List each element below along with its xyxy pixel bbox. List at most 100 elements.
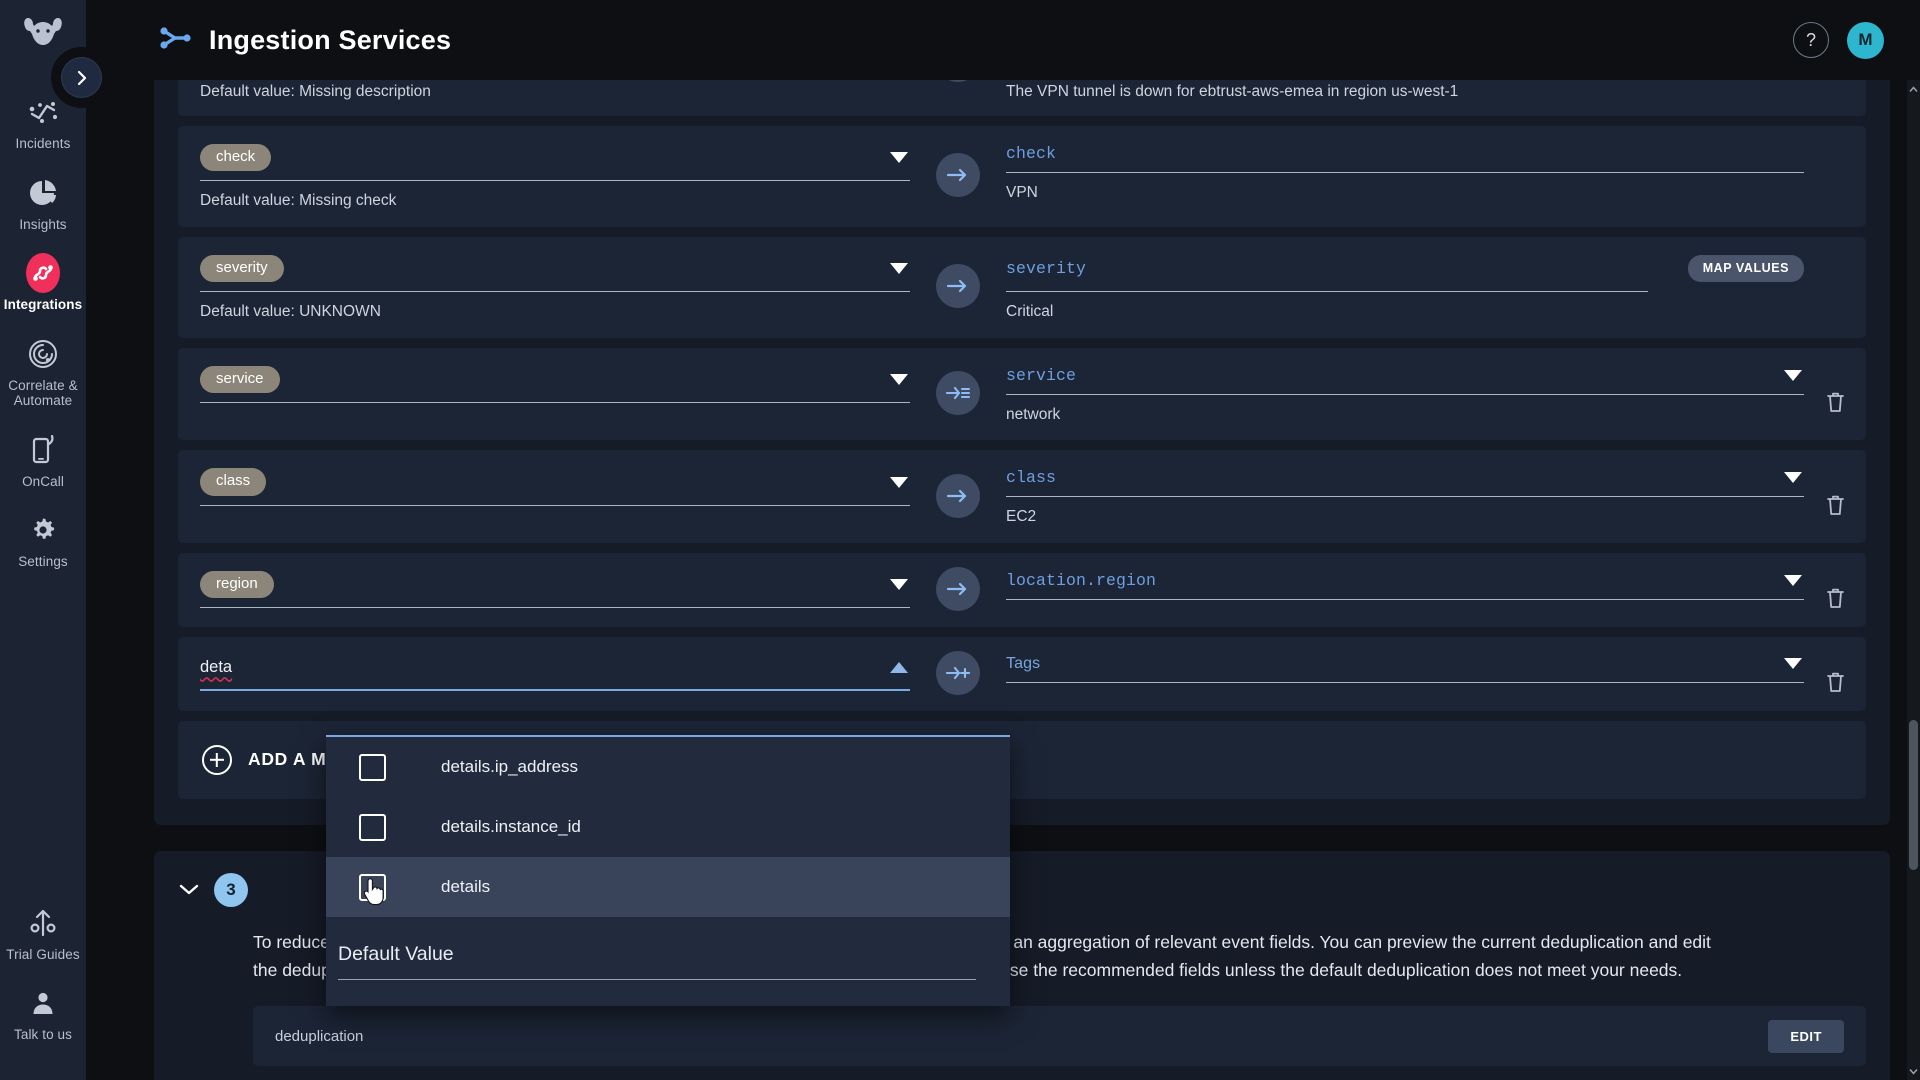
checkbox[interactable] [359, 873, 386, 905]
source-field-chip[interactable]: region [200, 570, 274, 599]
chevron-right-icon [77, 70, 86, 85]
field-underline [200, 504, 910, 506]
dropdown-option[interactable]: details.ip_address [326, 737, 1010, 797]
sidebar-item-settings[interactable]: Settings [0, 500, 86, 581]
source-field-chip[interactable]: class [200, 468, 267, 496]
caret-down-icon[interactable] [890, 579, 908, 591]
caret-down-icon[interactable] [1784, 472, 1802, 484]
top-header: Ingestion Services ? M [86, 0, 1920, 80]
target-field-name: severity [1006, 258, 1087, 278]
delete-mapping-button[interactable] [1822, 476, 1848, 516]
dropdown-footer-space [326, 980, 1010, 1006]
default-value-label: Default Value [338, 943, 454, 965]
arrow-right-icon [936, 473, 980, 518]
arrow-right-icon [936, 264, 980, 309]
target-field-name: location.region [1006, 570, 1157, 590]
dropdown-option[interactable]: details.instance_id [326, 797, 1010, 857]
vertical-scrollbar[interactable] [1907, 80, 1920, 1080]
content-scroll-area: Default value: Missing description The V… [86, 80, 1920, 1080]
deduplication-edit-button[interactable]: EDIT [1768, 1019, 1844, 1053]
table-row: region location.region [178, 552, 1866, 627]
sidebar-item-insights[interactable]: Insights [0, 163, 86, 244]
gear-icon [26, 513, 60, 547]
caret-down-icon[interactable] [890, 262, 908, 274]
sidebar-item-correlate-automate[interactable]: Correlate & Automate [0, 324, 86, 420]
caret-down-icon[interactable] [1784, 574, 1802, 586]
moogsoft-cow-logo[interactable] [0, 0, 86, 62]
mapping-source: deta [200, 651, 910, 691]
caret-down-icon[interactable] [1784, 369, 1802, 381]
field-underline [1006, 598, 1804, 600]
caret-up-icon[interactable] [890, 662, 908, 674]
source-field-search-input[interactable]: deta [200, 658, 232, 677]
mapping-arrow [910, 566, 1006, 611]
delete-mapping-button[interactable] [1822, 653, 1848, 693]
mouse-cursor-pointer-icon [363, 877, 384, 905]
mapping-target: severity MAP VALUES Critical [1006, 251, 1804, 322]
trash-icon [1826, 672, 1844, 692]
checkbox[interactable] [359, 753, 386, 781]
avatar[interactable]: M [1847, 21, 1884, 59]
source-default-value: Default value: Missing description [200, 83, 431, 100]
table-row: Default value: Missing description The V… [178, 80, 1866, 116]
mapping-target: service network [1006, 362, 1804, 425]
field-underline [200, 607, 910, 609]
sidebar-item-integrations[interactable]: Integrations [0, 243, 86, 324]
caret-down-icon[interactable] [890, 374, 908, 386]
caret-down-icon[interactable] [890, 476, 908, 488]
sidebar-collapse-toggle[interactable] [61, 57, 102, 98]
target-field-value: Critical [1006, 302, 1054, 320]
step-number-badge: 3 [214, 872, 248, 907]
checkbox[interactable] [359, 813, 386, 841]
help-button[interactable]: ? [1793, 22, 1829, 58]
scroll-down-arrow-icon[interactable] [1908, 1064, 1919, 1078]
mapping-target: Tags [1006, 651, 1804, 683]
radar-target-icon [26, 337, 60, 371]
mapping-arrow [910, 251, 1006, 322]
target-field-name: check [1006, 143, 1057, 163]
dropdown-option-label: details [441, 877, 491, 896]
mapping-arrow [910, 140, 1006, 211]
sidebar-item-trial-guides[interactable]: Trial Guides [0, 893, 86, 974]
trash-icon [1826, 392, 1844, 412]
table-row-active: deta Tags [178, 636, 1866, 711]
caret-down-icon[interactable] [890, 151, 908, 163]
source-field-chip[interactable]: check [200, 143, 272, 172]
arrow-right-icon [936, 566, 980, 611]
target-field-value: network [1006, 405, 1061, 423]
field-underline [1006, 496, 1804, 498]
arrow-right-list-icon [936, 371, 980, 416]
mapping-arrow [910, 80, 1006, 102]
source-field-chip[interactable]: service [200, 365, 280, 394]
source-field-chip[interactable]: severity [200, 254, 284, 283]
caret-down-icon[interactable] [1784, 658, 1802, 670]
trash-icon [1826, 495, 1844, 515]
sidebar-item-label: Insights [19, 216, 67, 232]
sidebar-item-oncall[interactable]: OnCall [0, 420, 86, 501]
target-field-value: The VPN tunnel is down for ebtrust-aws-e… [1006, 83, 1459, 100]
field-underline [1006, 681, 1804, 683]
delete-mapping-button[interactable] [1822, 373, 1848, 413]
moogsoft-cow-logo-icon [24, 18, 62, 45]
mapping-target: location.region [1006, 567, 1804, 611]
sidebar-bottom-nav: Trial Guides Talk to us [0, 893, 86, 1080]
dropdown-option[interactable]: details [326, 857, 1010, 917]
compass-guide-icon [26, 906, 60, 940]
mapping-arrow [910, 362, 1006, 425]
scroll-up-arrow-icon[interactable] [1908, 82, 1919, 96]
sidebar-item-talk-to-us[interactable]: Talk to us [0, 973, 86, 1054]
table-row: class class EC2 [178, 450, 1866, 543]
delete-mapping-button[interactable] [1822, 569, 1848, 609]
header-actions: ? M [1793, 21, 1884, 59]
sidebar-item-label: Correlate & Automate [8, 377, 78, 409]
scrollbar-thumb[interactable] [1909, 720, 1918, 870]
chevron-down-icon[interactable] [178, 879, 200, 901]
map-values-button[interactable]: MAP VALUES [1687, 254, 1804, 282]
dropdown-default-value-field: Default Value [326, 917, 1010, 980]
table-row: severity Default value: UNKNOWN severity… [178, 236, 1866, 338]
target-field-value: EC2 [1006, 508, 1037, 526]
mapping-source: Default value: Missing description [200, 80, 910, 102]
incidents-scatter-icon [26, 95, 60, 129]
field-mapping-panel: Default value: Missing description The V… [154, 80, 1890, 825]
field-underline [200, 291, 910, 293]
